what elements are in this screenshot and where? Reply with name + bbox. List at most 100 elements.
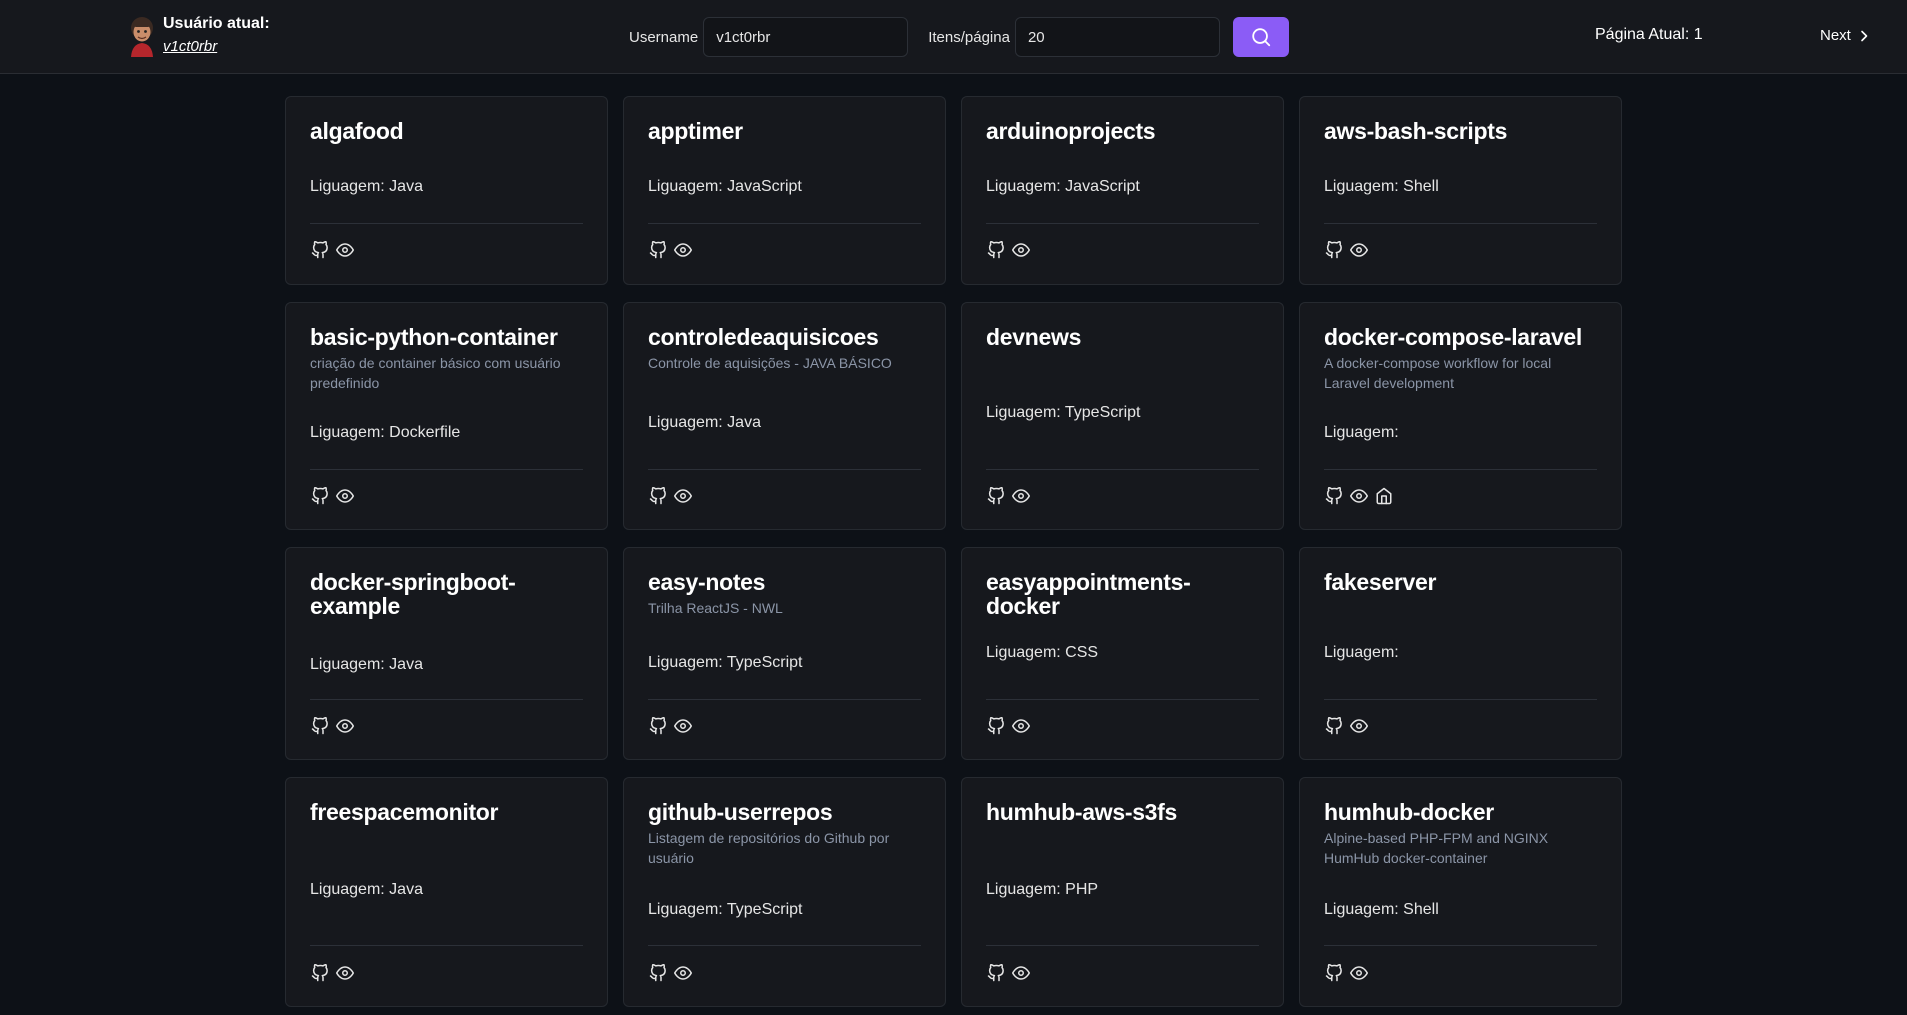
repo-card: docker-compose-laravel A docker-compose w… bbox=[1299, 302, 1622, 530]
eye-icon[interactable] bbox=[1011, 486, 1031, 506]
repo-name: freespacemonitor bbox=[310, 799, 499, 825]
repo-actions bbox=[648, 486, 693, 506]
card-divider bbox=[648, 469, 921, 470]
current-page-indicator: Página Atual: 1 bbox=[1595, 26, 1703, 43]
chevron-right-icon bbox=[1851, 30, 1869, 42]
repo-card: arduinoprojects Liguagem: JavaScript bbox=[961, 96, 1284, 285]
github-icon[interactable] bbox=[986, 240, 1006, 260]
eye-icon[interactable] bbox=[1011, 716, 1031, 736]
repo-name: aws-bash-scripts bbox=[1324, 118, 1508, 144]
repo-actions bbox=[1324, 486, 1394, 506]
username-label: Username bbox=[629, 28, 699, 46]
repo-language: Liguagem: TypeScript bbox=[986, 404, 1141, 421]
next-page-button[interactable]: Next bbox=[1820, 27, 1869, 44]
repo-name: docker-compose-laravel bbox=[1324, 324, 1583, 350]
card-divider bbox=[648, 223, 921, 224]
eye-icon[interactable] bbox=[335, 716, 355, 736]
repo-actions bbox=[310, 716, 355, 736]
repo-card: freespacemonitor Liguagem: Java bbox=[285, 777, 608, 1007]
github-icon[interactable] bbox=[648, 716, 668, 736]
github-icon[interactable] bbox=[1324, 716, 1344, 736]
repo-actions bbox=[1324, 240, 1369, 260]
eye-icon[interactable] bbox=[673, 716, 693, 736]
repo-actions bbox=[648, 963, 693, 983]
eye-icon[interactable] bbox=[1349, 486, 1369, 506]
repo-description: Trilha ReactJS - NWL bbox=[648, 600, 783, 616]
eye-icon[interactable] bbox=[335, 963, 355, 983]
github-icon[interactable] bbox=[310, 486, 330, 506]
repo-name: easy-notes bbox=[648, 569, 766, 595]
eye-icon[interactable] bbox=[335, 240, 355, 260]
eye-icon[interactable] bbox=[1349, 716, 1369, 736]
repo-language: Liguagem: Java bbox=[648, 414, 761, 431]
card-divider bbox=[1324, 223, 1597, 224]
repo-name: fakeserver bbox=[1324, 569, 1437, 595]
repo-description: Listagem de repositórios do Github por u… bbox=[648, 830, 890, 866]
eye-icon[interactable] bbox=[673, 240, 693, 260]
repo-language: Liguagem: Shell bbox=[1324, 178, 1439, 195]
items-per-page-input[interactable] bbox=[1014, 17, 1220, 57]
eye-icon[interactable] bbox=[673, 963, 693, 983]
github-icon[interactable] bbox=[1324, 963, 1344, 983]
repo-language: Liguagem: TypeScript bbox=[648, 901, 803, 918]
eye-icon[interactable] bbox=[1349, 240, 1369, 260]
github-icon[interactable] bbox=[986, 486, 1006, 506]
card-divider bbox=[310, 699, 583, 700]
repo-name: basic-python-container bbox=[310, 324, 558, 350]
home-icon[interactable] bbox=[1374, 486, 1394, 506]
github-icon[interactable] bbox=[986, 963, 1006, 983]
repo-card: basic-python-container criação de contain… bbox=[285, 302, 608, 530]
search-icon bbox=[1250, 26, 1272, 48]
repo-name: github-userrepos bbox=[648, 799, 833, 825]
repo-actions bbox=[648, 716, 693, 736]
repo-language: Liguagem: Java bbox=[310, 881, 423, 898]
github-icon[interactable] bbox=[310, 963, 330, 983]
repo-card: docker-springboot-example Liguagem: Java bbox=[285, 547, 608, 760]
card-divider bbox=[310, 469, 583, 470]
eye-icon[interactable] bbox=[1011, 963, 1031, 983]
repo-language: Liguagem: Dockerfile bbox=[310, 424, 461, 441]
repo-actions bbox=[986, 240, 1031, 260]
repo-card: apptimer Liguagem: JavaScript bbox=[623, 96, 946, 285]
current-user-link[interactable]: v1ct0rbr bbox=[163, 36, 270, 58]
eye-icon[interactable] bbox=[1349, 963, 1369, 983]
card-divider bbox=[310, 223, 583, 224]
repo-actions bbox=[1324, 963, 1369, 983]
repo-description: criação de container básico com usuário … bbox=[310, 355, 561, 391]
repo-card: aws-bash-scripts Liguagem: Shell bbox=[1299, 96, 1622, 285]
current-user-label: Usuário atual: bbox=[163, 15, 270, 32]
repo-description: A docker-compose workflow for local Lara… bbox=[1324, 355, 1552, 391]
repo-grid: algafood Liguagem: Java apptimer Liguagem: … bbox=[285, 96, 1623, 1015]
repo-name: easyappointments-docker bbox=[986, 569, 1191, 619]
eye-icon[interactable] bbox=[335, 486, 355, 506]
username-input[interactable] bbox=[703, 17, 909, 57]
eye-icon[interactable] bbox=[1011, 240, 1031, 260]
github-icon[interactable] bbox=[648, 963, 668, 983]
github-icon[interactable] bbox=[648, 240, 668, 260]
next-label: Next bbox=[1820, 27, 1851, 44]
github-icon[interactable] bbox=[310, 240, 330, 260]
card-divider bbox=[310, 945, 583, 946]
search-button[interactable] bbox=[1232, 17, 1289, 57]
github-icon[interactable] bbox=[648, 486, 668, 506]
repo-name: algafood bbox=[310, 118, 404, 144]
eye-icon[interactable] bbox=[673, 486, 693, 506]
repo-actions bbox=[986, 963, 1031, 983]
repo-language: Liguagem: bbox=[1324, 424, 1399, 441]
current-user: Usuário atual: v1ct0rbr bbox=[127, 14, 270, 58]
github-icon[interactable] bbox=[1324, 240, 1344, 260]
repo-language: Liguagem: PHP bbox=[986, 881, 1099, 898]
card-divider bbox=[648, 945, 921, 946]
github-icon[interactable] bbox=[1324, 486, 1344, 506]
repo-card: algafood Liguagem: Java bbox=[285, 96, 608, 285]
repo-language: Liguagem: CSS bbox=[986, 644, 1099, 661]
card-divider bbox=[1324, 945, 1597, 946]
repo-card: controledeaquisicoes Controle de aquisiçõ… bbox=[623, 302, 946, 530]
github-icon[interactable] bbox=[986, 716, 1006, 736]
search-form: Username Itens/página bbox=[629, 17, 1289, 57]
repo-actions bbox=[310, 240, 355, 260]
repo-card: fakeserver Liguagem: bbox=[1299, 547, 1622, 760]
repo-description: Controle de aquisições - JAVA BÁSICO bbox=[648, 355, 892, 371]
github-icon[interactable] bbox=[310, 716, 330, 736]
repo-language: Liguagem: Java bbox=[310, 178, 423, 195]
